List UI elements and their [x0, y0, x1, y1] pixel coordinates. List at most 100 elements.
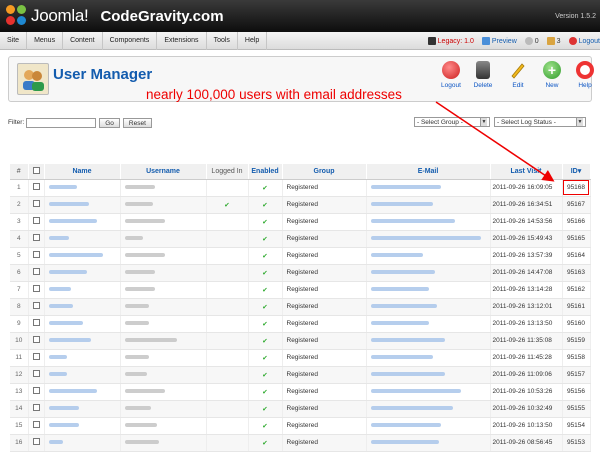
delete-button[interactable]: Delete — [468, 61, 498, 89]
col-username[interactable]: Username — [120, 164, 207, 180]
row-select[interactable] — [28, 298, 45, 316]
row-select[interactable] — [28, 383, 45, 401]
row-checkbox[interactable] — [32, 251, 40, 258]
row-checkbox[interactable] — [32, 438, 40, 445]
select-all-checkbox[interactable] — [32, 166, 40, 174]
enabled-toggle[interactable]: ✔ — [248, 264, 283, 282]
email-link[interactable] — [366, 366, 491, 384]
go-button[interactable]: Go — [99, 117, 120, 128]
row-checkbox[interactable] — [32, 217, 40, 224]
enabled-toggle[interactable]: ✔ — [248, 230, 283, 248]
email-link[interactable] — [366, 434, 491, 452]
enabled-toggle[interactable]: ✔ — [248, 281, 283, 299]
row-checkbox[interactable] — [32, 183, 40, 190]
enabled-toggle[interactable]: ✔ — [248, 400, 283, 418]
user-name-link[interactable] — [44, 349, 121, 367]
user-name-link[interactable] — [44, 400, 121, 418]
email-link[interactable] — [366, 196, 491, 214]
enabled-toggle[interactable]: ✔ — [248, 213, 283, 231]
preview-link[interactable]: Preview — [481, 37, 517, 45]
row-checkbox[interactable] — [32, 319, 40, 326]
row-checkbox[interactable] — [32, 234, 40, 241]
user-name-link[interactable] — [44, 298, 121, 316]
row-select[interactable] — [28, 213, 45, 231]
email-link[interactable] — [366, 281, 491, 299]
user-name-link[interactable] — [44, 196, 121, 214]
col-id[interactable]: ID▾ — [562, 164, 591, 180]
user-name-link[interactable] — [44, 230, 121, 248]
enabled-toggle[interactable]: ✔ — [248, 349, 283, 367]
menu-site[interactable]: Site — [0, 31, 28, 50]
email-link[interactable] — [366, 349, 491, 367]
row-select[interactable] — [28, 230, 45, 248]
user-name-link[interactable] — [44, 281, 121, 299]
user-name-link[interactable] — [44, 247, 121, 265]
reset-button[interactable]: Reset — [122, 117, 152, 128]
help-button[interactable]: Help — [570, 61, 600, 89]
enabled-toggle[interactable]: ✔ — [248, 247, 283, 265]
row-select[interactable] — [28, 264, 45, 282]
user-name-link[interactable] — [44, 366, 121, 384]
user-name-link[interactable] — [44, 264, 121, 282]
row-checkbox[interactable] — [32, 421, 40, 428]
col-last-visit[interactable]: Last Visit — [490, 164, 563, 180]
row-select[interactable] — [28, 400, 45, 418]
email-link[interactable] — [366, 298, 491, 316]
enabled-toggle[interactable]: ✔ — [248, 434, 283, 452]
row-checkbox[interactable] — [32, 387, 40, 394]
logout-button[interactable]: Logout — [436, 61, 466, 89]
row-select[interactable] — [28, 332, 45, 350]
col-group[interactable]: Group — [282, 164, 367, 180]
filter-input[interactable] — [26, 117, 97, 128]
user-name-link[interactable] — [44, 332, 121, 350]
row-checkbox[interactable] — [32, 200, 40, 207]
users-online[interactable]: 3 — [546, 37, 561, 45]
log-status-select[interactable]: - Select Log Status - ▼ — [494, 117, 586, 127]
user-name-link[interactable] — [44, 434, 121, 452]
menu-components[interactable]: Components — [103, 31, 158, 50]
row-checkbox[interactable] — [32, 268, 40, 275]
email-link[interactable] — [366, 264, 491, 282]
row-checkbox[interactable] — [32, 302, 40, 309]
row-checkbox[interactable] — [32, 353, 40, 360]
enabled-toggle[interactable]: ✔ — [248, 417, 283, 435]
col-enabled[interactable]: Enabled — [248, 164, 283, 180]
email-link[interactable] — [366, 417, 491, 435]
email-link[interactable] — [366, 247, 491, 265]
row-checkbox[interactable] — [32, 404, 40, 411]
row-select[interactable] — [28, 417, 45, 435]
col-email[interactable]: E-Mail — [366, 164, 491, 180]
email-link[interactable] — [366, 179, 491, 197]
enabled-toggle[interactable]: ✔ — [248, 196, 283, 214]
edit-button[interactable]: Edit — [503, 61, 533, 89]
row-checkbox[interactable] — [32, 285, 40, 292]
user-name-link[interactable] — [44, 179, 121, 197]
email-link[interactable] — [366, 230, 491, 248]
menu-help[interactable]: Help — [238, 31, 268, 50]
menu-content[interactable]: Content — [63, 31, 103, 50]
row-select[interactable] — [28, 366, 45, 384]
enabled-toggle[interactable]: ✔ — [248, 298, 283, 316]
user-name-link[interactable] — [44, 315, 121, 333]
user-name-link[interactable] — [44, 417, 121, 435]
row-select[interactable] — [28, 315, 45, 333]
group-select[interactable]: - Select Group - ▼ — [414, 117, 490, 127]
email-link[interactable] — [366, 332, 491, 350]
row-select[interactable] — [28, 434, 45, 452]
row-select[interactable] — [28, 196, 45, 214]
menu-menus[interactable]: Menus — [27, 31, 64, 50]
messages-link[interactable]: 0 — [524, 37, 539, 45]
row-select[interactable] — [28, 179, 45, 197]
row-checkbox[interactable] — [32, 336, 40, 343]
logout-link[interactable]: Logout — [568, 37, 600, 45]
email-link[interactable] — [366, 213, 491, 231]
user-name-link[interactable] — [44, 383, 121, 401]
enabled-toggle[interactable]: ✔ — [248, 179, 283, 197]
enabled-toggle[interactable]: ✔ — [248, 366, 283, 384]
col-name[interactable]: Name — [44, 164, 121, 180]
email-link[interactable] — [366, 315, 491, 333]
enabled-toggle[interactable]: ✔ — [248, 315, 283, 333]
email-link[interactable] — [366, 400, 491, 418]
menu-extensions[interactable]: Extensions — [157, 31, 207, 50]
user-name-link[interactable] — [44, 213, 121, 231]
